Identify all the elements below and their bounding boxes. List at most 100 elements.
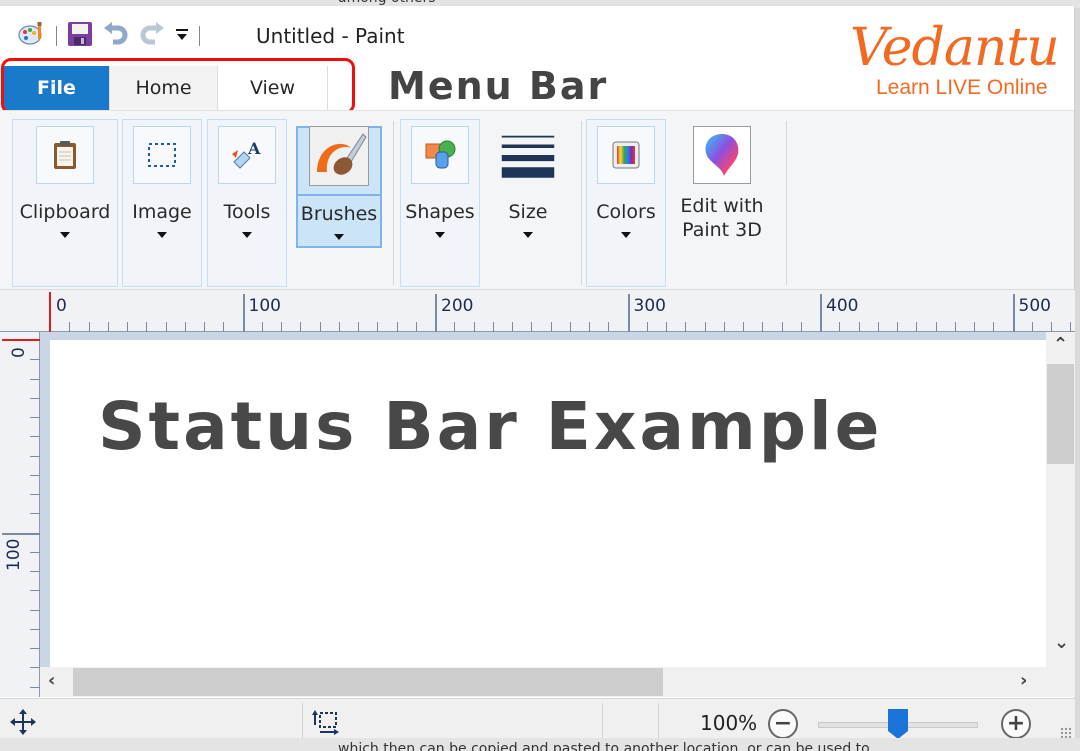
clipboard-icon bbox=[36, 126, 94, 184]
ruler-minor-tick bbox=[146, 322, 148, 332]
ruler-minor-tick bbox=[569, 322, 571, 332]
chevron-down-icon bbox=[435, 232, 445, 238]
svg-text:A: A bbox=[247, 140, 261, 158]
brushes-button[interactable]: Brushes bbox=[296, 120, 382, 240]
brushes-label: Brushes bbox=[300, 203, 378, 225]
brush-icon bbox=[309, 126, 369, 186]
qat-separator bbox=[199, 26, 200, 46]
horizontal-scrollbar[interactable]: ‹ › bbox=[40, 667, 1075, 697]
select-icon bbox=[133, 126, 191, 184]
ruler-minor-tick bbox=[30, 455, 40, 457]
scroll-right-icon[interactable]: › bbox=[1020, 670, 1027, 691]
ruler-minor-tick bbox=[897, 322, 898, 332]
size-button[interactable]: Size bbox=[490, 120, 566, 238]
ruler-minor-tick bbox=[30, 609, 40, 611]
ruler-minor-tick bbox=[974, 322, 975, 332]
size-icon bbox=[499, 126, 557, 184]
ruler-minor-tick bbox=[550, 322, 552, 332]
ruler-minor-tick bbox=[69, 322, 71, 332]
status-divider bbox=[658, 703, 659, 743]
ruler-minor-tick bbox=[454, 322, 456, 332]
horizontal-scroll-thumb[interactable] bbox=[73, 668, 663, 696]
zoom-level: 100% bbox=[700, 711, 758, 735]
ruler-label: 400 bbox=[826, 296, 859, 316]
ruler-minor-tick bbox=[377, 322, 379, 332]
scroll-left-icon[interactable]: ‹ bbox=[48, 670, 55, 691]
ruler-minor-tick bbox=[88, 322, 90, 332]
zoom-in-button[interactable]: + bbox=[1001, 709, 1031, 739]
clipboard-label: Clipboard bbox=[19, 201, 111, 223]
shapes-label: Shapes bbox=[405, 201, 475, 223]
ruler-major-tick bbox=[820, 294, 822, 332]
ruler-minor-tick bbox=[723, 322, 725, 332]
shapes-icon bbox=[411, 126, 469, 184]
ruler-label: 200 bbox=[441, 296, 474, 316]
ruler-minor-tick bbox=[30, 590, 40, 592]
ruler-major-tick bbox=[1012, 294, 1015, 332]
zoom-slider-thumb[interactable] bbox=[888, 709, 908, 739]
status-divider bbox=[302, 703, 303, 743]
ruler-major-tick bbox=[435, 294, 437, 332]
vertical-scrollbar[interactable]: ⌃ ⌄ bbox=[1046, 332, 1075, 667]
cursor-position-icon bbox=[10, 709, 36, 739]
tools-label: Tools bbox=[223, 201, 271, 223]
paint-app-icon[interactable] bbox=[18, 21, 46, 51]
ruler-label: 100 bbox=[4, 538, 24, 571]
vedantu-logo: Vedantu bbox=[850, 18, 1060, 78]
ruler-label: 0 bbox=[56, 296, 67, 316]
ruler-minor-tick bbox=[30, 551, 40, 553]
vedantu-tagline: Learn LIVE Online bbox=[876, 76, 1048, 99]
ruler-minor-tick bbox=[1070, 322, 1072, 332]
ribbon-separator bbox=[786, 121, 787, 285]
vedantu-brand: Vedantu Learn LIVE Online bbox=[846, 18, 1066, 114]
edit-with-paint3d-button[interactable]: Edit with Paint 3D bbox=[674, 120, 770, 242]
ruler-minor-tick bbox=[839, 322, 841, 332]
ribbon-separator bbox=[393, 121, 394, 285]
window-title: Untitled - Paint bbox=[256, 24, 405, 48]
tools-icon: A bbox=[218, 126, 276, 184]
clipboard-button[interactable]: Clipboard bbox=[14, 120, 116, 238]
customize-qat-icon[interactable] bbox=[175, 26, 189, 46]
ruler-minor-tick bbox=[300, 322, 302, 332]
ruler-minor-tick bbox=[30, 686, 40, 688]
menu-bar-highlight bbox=[1, 58, 355, 114]
ruler-origin-marker bbox=[2, 339, 40, 341]
ruler-minor-tick bbox=[993, 322, 995, 332]
background-text-bottom: which then can be copied and pasted to a… bbox=[338, 741, 870, 751]
minus-icon: − bbox=[773, 711, 793, 736]
redo-icon[interactable] bbox=[139, 22, 165, 50]
ruler-minor-tick bbox=[743, 322, 744, 332]
chevron-down-icon bbox=[242, 232, 252, 238]
zoom-out-button[interactable]: − bbox=[768, 709, 798, 739]
ruler-minor-tick bbox=[30, 571, 40, 572]
ruler-minor-tick bbox=[30, 513, 40, 515]
vertical-scroll-thumb[interactable] bbox=[1047, 364, 1074, 464]
ruler-minor-tick bbox=[261, 322, 263, 332]
canvas-text: Status Bar Example bbox=[98, 388, 883, 465]
ruler-minor-tick bbox=[30, 378, 40, 380]
colors-icon bbox=[597, 126, 655, 184]
ruler-minor-tick bbox=[30, 667, 40, 669]
scroll-down-icon[interactable]: ⌄ bbox=[1054, 632, 1069, 653]
ruler-minor-tick bbox=[30, 494, 40, 495]
ruler-origin-marker bbox=[49, 292, 51, 332]
tools-button[interactable]: A Tools bbox=[209, 120, 285, 238]
ruler-label: 300 bbox=[633, 296, 666, 316]
paint-window: Untitled - Paint Vedantu Learn LIVE Onli… bbox=[0, 6, 1075, 744]
ruler-minor-tick bbox=[30, 628, 40, 630]
ruler-minor-tick bbox=[473, 322, 475, 332]
undo-icon[interactable] bbox=[103, 22, 129, 50]
scroll-up-icon[interactable]: ⌃ bbox=[1053, 334, 1068, 355]
image-button[interactable]: Image bbox=[124, 120, 200, 238]
size-label: Size bbox=[508, 201, 548, 223]
ruler-minor-tick bbox=[492, 322, 494, 332]
colors-button[interactable]: Colors bbox=[588, 120, 664, 238]
ruler-minor-tick bbox=[204, 322, 205, 332]
save-icon[interactable] bbox=[67, 21, 93, 51]
paint3d-icon bbox=[693, 126, 751, 184]
ruler-minor-tick bbox=[685, 322, 687, 332]
ruler-minor-tick bbox=[107, 322, 109, 332]
edit-with-paint3d-label: Edit with Paint 3D bbox=[680, 194, 763, 242]
colors-label: Colors bbox=[596, 201, 656, 223]
shapes-button[interactable]: Shapes bbox=[402, 120, 478, 238]
